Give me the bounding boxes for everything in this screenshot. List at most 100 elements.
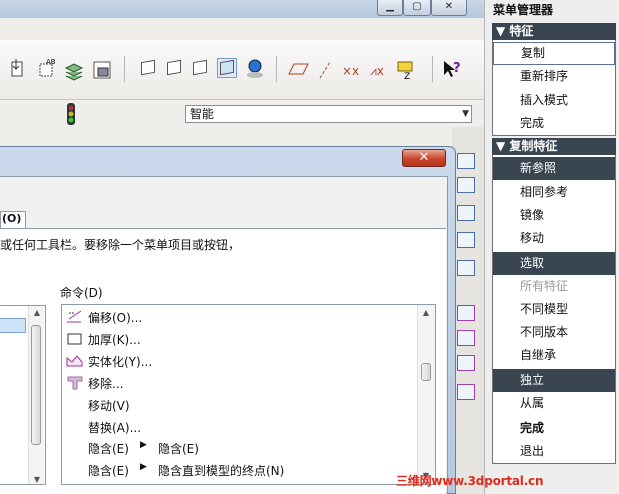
filter-select-value: 智能 [190,107,215,121]
thicken-icon [67,333,82,345]
toolbar-separator [276,56,277,82]
pattern-tool-icon[interactable] [457,384,475,400]
scroll-thumb[interactable] [421,363,431,381]
scroll-up-icon[interactable]: ▲ [29,308,45,317]
submenu-arrow-icon: ▶ [140,440,147,450]
insert-icon [11,59,23,77]
watermark: 三维网www.3dportal.cn [396,474,544,488]
svg-text:?: ? [453,61,461,76]
commands-label: 命令(D) [60,286,103,300]
menu-item-all-features: 所有特征 [520,279,569,293]
menu-item-same-refs[interactable]: 相同参考 [493,181,615,204]
remove-icon [67,376,83,390]
context-help-icon[interactable]: ? [441,58,463,80]
menu-item-new-refs[interactable]: 新参照 [493,157,615,180]
command-item[interactable]: 隐含(E) ▶ 隐含(E) [66,438,416,458]
command-item[interactable]: 替换(A)... [66,417,416,437]
rib-tool-icon[interactable] [457,355,475,371]
command-label: 替换(A)... [88,421,142,435]
command-item[interactable]: 实体化(Y)... [66,351,416,371]
view-iso-icon[interactable] [138,58,158,78]
svg-text:Z: Z [404,72,410,82]
coordinate-system-icon: ⩘x [370,64,384,78]
svg-text:AB: AB [46,58,56,66]
maximize-button[interactable]: ▢ [403,0,431,16]
menu-item-self-inherit[interactable]: 自继承 [493,344,615,367]
scroll-down-icon[interactable]: ▼ [29,475,45,484]
datum-point-icon: ×x [342,64,359,78]
menu-item-done[interactable]: 完成 [493,112,615,135]
command-item[interactable]: 隐含(E) ▶ 隐含直到模型的终点(N) [66,460,416,480]
svg-text:⩘x: ⩘x [370,64,384,78]
enhanced-realism-icon[interactable] [244,57,266,79]
offset-icon [67,310,82,323]
menu-item-select[interactable]: 选取 [493,252,615,275]
menu-manager-title: 菜单管理器 [493,3,554,17]
filter-select[interactable]: 智能 ▼ [185,105,472,123]
axis-tool-icon[interactable] [457,177,475,193]
command-label: 实体化(Y)... [88,355,153,369]
menu-header-label: 特征 [509,24,534,38]
command-item[interactable]: 偏移(O)... [66,307,416,327]
menu-item-dependent[interactable]: 从属 [493,392,615,415]
command-label: 隐含(E) [88,464,129,478]
scroll-thumb[interactable] [31,325,41,445]
paste-special-icon: AB [39,58,56,77]
tab-label: (O) [2,212,22,225]
submenu-arrow-icon: ▶ [140,462,147,472]
category-list-selected-row[interactable] [0,318,26,333]
command-label: 移动(V) [88,399,130,413]
close-icon: ✕ [418,150,430,165]
category-scrollbar[interactable]: ▲ ▼ [28,306,44,484]
command-sub-label: 隐含直到模型的终点(N) [158,464,285,478]
round-tool-icon[interactable] [457,305,475,321]
menu-item-different-model[interactable]: 不同模型 [493,298,615,321]
menu-item-reorder[interactable]: 重新排序 [493,65,615,88]
scroll-up-icon[interactable]: ▲ [418,308,434,317]
dialog-close-button[interactable]: ✕ [402,149,446,167]
menu-item-quit[interactable]: 退出 [493,440,615,463]
menu-item-different-version[interactable]: 不同版本 [493,321,615,344]
command-label: 加厚(K)... [88,333,141,347]
chevron-down-icon: ▼ [462,109,469,119]
menu-header-label: 复制特征 [509,139,558,153]
menu-item-insert-mode[interactable]: 插入模式 [493,89,615,112]
instruction-text: 或任何工具栏。要移除一个菜单项目或按钮， [0,238,241,252]
menu-item-copy[interactable]: 复制 [493,42,615,65]
datum-display-icons: ×x ⩘x Z [288,61,413,82]
toolbar-separator [432,56,433,82]
tab-options[interactable]: (O) [0,211,26,228]
toolbar-icons-group-1: AB [11,58,111,81]
view-front-icon[interactable] [164,58,184,78]
command-item[interactable]: 移除... [66,373,416,393]
window-close-button[interactable]: ✕ [431,0,467,16]
command-item[interactable]: 移动(V) [66,395,416,415]
copy-feature-menu-header[interactable]: ▼ 复制特征 [492,138,616,155]
solidify-icon [66,355,83,367]
traffic-light-icon [67,103,75,125]
command-label: 偏移(O)... [88,311,143,325]
menu-item-done[interactable]: 完成 [493,417,615,440]
svg-text:×x: ×x [342,64,359,78]
surface-tool-icon[interactable] [457,232,475,248]
toolbar-separator [124,56,125,82]
plane-tool-icon[interactable] [457,205,475,221]
shaded-view-icon[interactable] [217,58,237,78]
feature-menu-header[interactable]: ▼ 特征 [492,23,616,40]
datum-plane-icon [288,63,309,75]
menu-item-mirror[interactable]: 镜像 [493,204,615,227]
sketch-tool-icon[interactable] [457,153,475,169]
command-sub-label: 隐含(E) [158,442,199,456]
menu-item-independent[interactable]: 独立 [493,369,615,392]
command-item[interactable]: 加厚(K)... [66,329,416,349]
menu-item-move[interactable]: 移动 [493,227,615,250]
commands-scrollbar[interactable]: ▲ ▼ [417,305,435,484]
command-label: 隐含(E) [88,442,129,456]
layers-icon [64,63,84,81]
shell-tool-icon[interactable] [457,330,475,346]
minimize-button[interactable]: ▁ [377,0,403,16]
view-top-icon[interactable] [190,58,210,78]
curve-tool-icon[interactable] [457,260,475,276]
command-label: 移除... [88,377,124,391]
datum-axis-icon [319,61,331,79]
